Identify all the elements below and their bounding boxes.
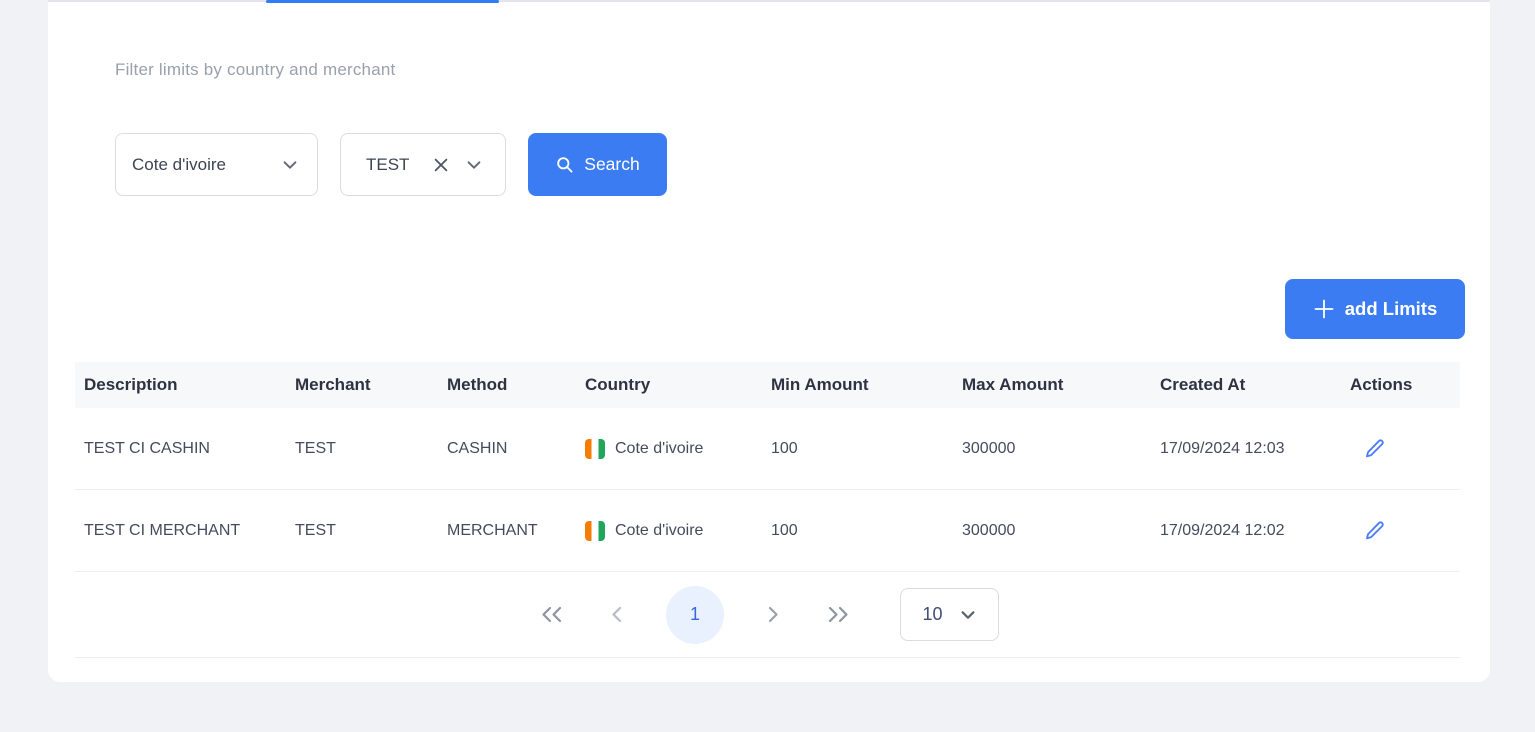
cote-divoire-flag-icon: [585, 521, 605, 541]
column-header-description: Description: [84, 375, 295, 395]
cote-divoire-flag-icon: [585, 439, 605, 459]
row-country: Cote d'ivoire: [615, 440, 703, 458]
chevron-right-icon: [766, 606, 780, 623]
first-page-button[interactable]: [536, 602, 568, 627]
last-page-button[interactable]: [822, 602, 854, 627]
column-header-method: Method: [447, 375, 585, 395]
row-country: Cote d'ivoire: [615, 522, 703, 540]
pencil-icon: [1364, 438, 1385, 459]
row-min-amount: 100: [771, 440, 962, 458]
limits-table: Description Merchant Method Country Min …: [75, 362, 1460, 572]
add-limits-button[interactable]: add Limits: [1285, 279, 1465, 339]
add-limits-label: add Limits: [1345, 298, 1438, 320]
table-header-row: Description Merchant Method Country Min …: [75, 362, 1460, 408]
column-header-max-amount: Max Amount: [962, 375, 1160, 395]
chevron-down-icon: [959, 606, 977, 624]
previous-page-button[interactable]: [606, 602, 628, 627]
card-top-border: [48, 0, 1490, 2]
next-page-button[interactable]: [762, 602, 784, 627]
current-page-indicator[interactable]: 1: [666, 586, 724, 644]
country-select[interactable]: Cote d'ivoire: [115, 133, 318, 196]
row-min-amount: 100: [771, 522, 962, 540]
column-header-created-at: Created At: [1160, 375, 1350, 395]
column-header-min-amount: Min Amount: [771, 375, 962, 395]
limits-panel: Filter limits by country and merchant Co…: [48, 0, 1490, 682]
row-max-amount: 300000: [962, 440, 1160, 458]
edit-limit-button[interactable]: [1364, 520, 1385, 541]
row-created-at: 17/09/2024 12:02: [1160, 522, 1350, 540]
page-size-value: 10: [922, 604, 942, 625]
edit-limit-button[interactable]: [1364, 438, 1385, 459]
country-select-value: Cote d'ivoire: [132, 155, 226, 175]
row-merchant: TEST: [295, 440, 447, 458]
row-max-amount: 300000: [962, 522, 1160, 540]
search-button-label: Search: [584, 154, 639, 175]
search-icon: [555, 155, 574, 174]
active-tab-indicator: [266, 0, 499, 3]
row-description: TEST CI MERCHANT: [84, 522, 295, 540]
double-chevron-left-icon: [540, 606, 564, 623]
row-method: CASHIN: [447, 440, 585, 458]
column-header-country: Country: [585, 375, 771, 395]
row-merchant: TEST: [295, 522, 447, 540]
merchant-select-value: TEST: [366, 155, 409, 175]
filter-section-label: Filter limits by country and merchant: [115, 60, 395, 80]
plus-icon: [1313, 298, 1335, 320]
page-size-select[interactable]: 10: [900, 588, 999, 641]
current-page-number: 1: [690, 604, 700, 625]
row-description: TEST CI CASHIN: [84, 440, 295, 458]
column-header-actions: Actions: [1350, 375, 1460, 395]
table-row: TEST CI CASHIN TEST CASHIN Cote d'ivoire…: [75, 408, 1460, 490]
merchant-select[interactable]: TEST: [340, 133, 506, 196]
pagination-bar: 1 10: [75, 572, 1460, 658]
chevron-left-icon: [610, 606, 624, 623]
column-header-merchant: Merchant: [295, 375, 447, 395]
double-chevron-right-icon: [826, 606, 850, 623]
chevron-down-icon: [281, 156, 299, 174]
pencil-icon: [1364, 520, 1385, 541]
chevron-down-icon: [465, 156, 483, 174]
table-row: TEST CI MERCHANT TEST MERCHANT Cote d'iv…: [75, 490, 1460, 572]
search-button[interactable]: Search: [528, 133, 667, 196]
row-method: MERCHANT: [447, 522, 585, 540]
clear-selection-icon[interactable]: [432, 156, 450, 174]
row-created-at: 17/09/2024 12:03: [1160, 440, 1350, 458]
